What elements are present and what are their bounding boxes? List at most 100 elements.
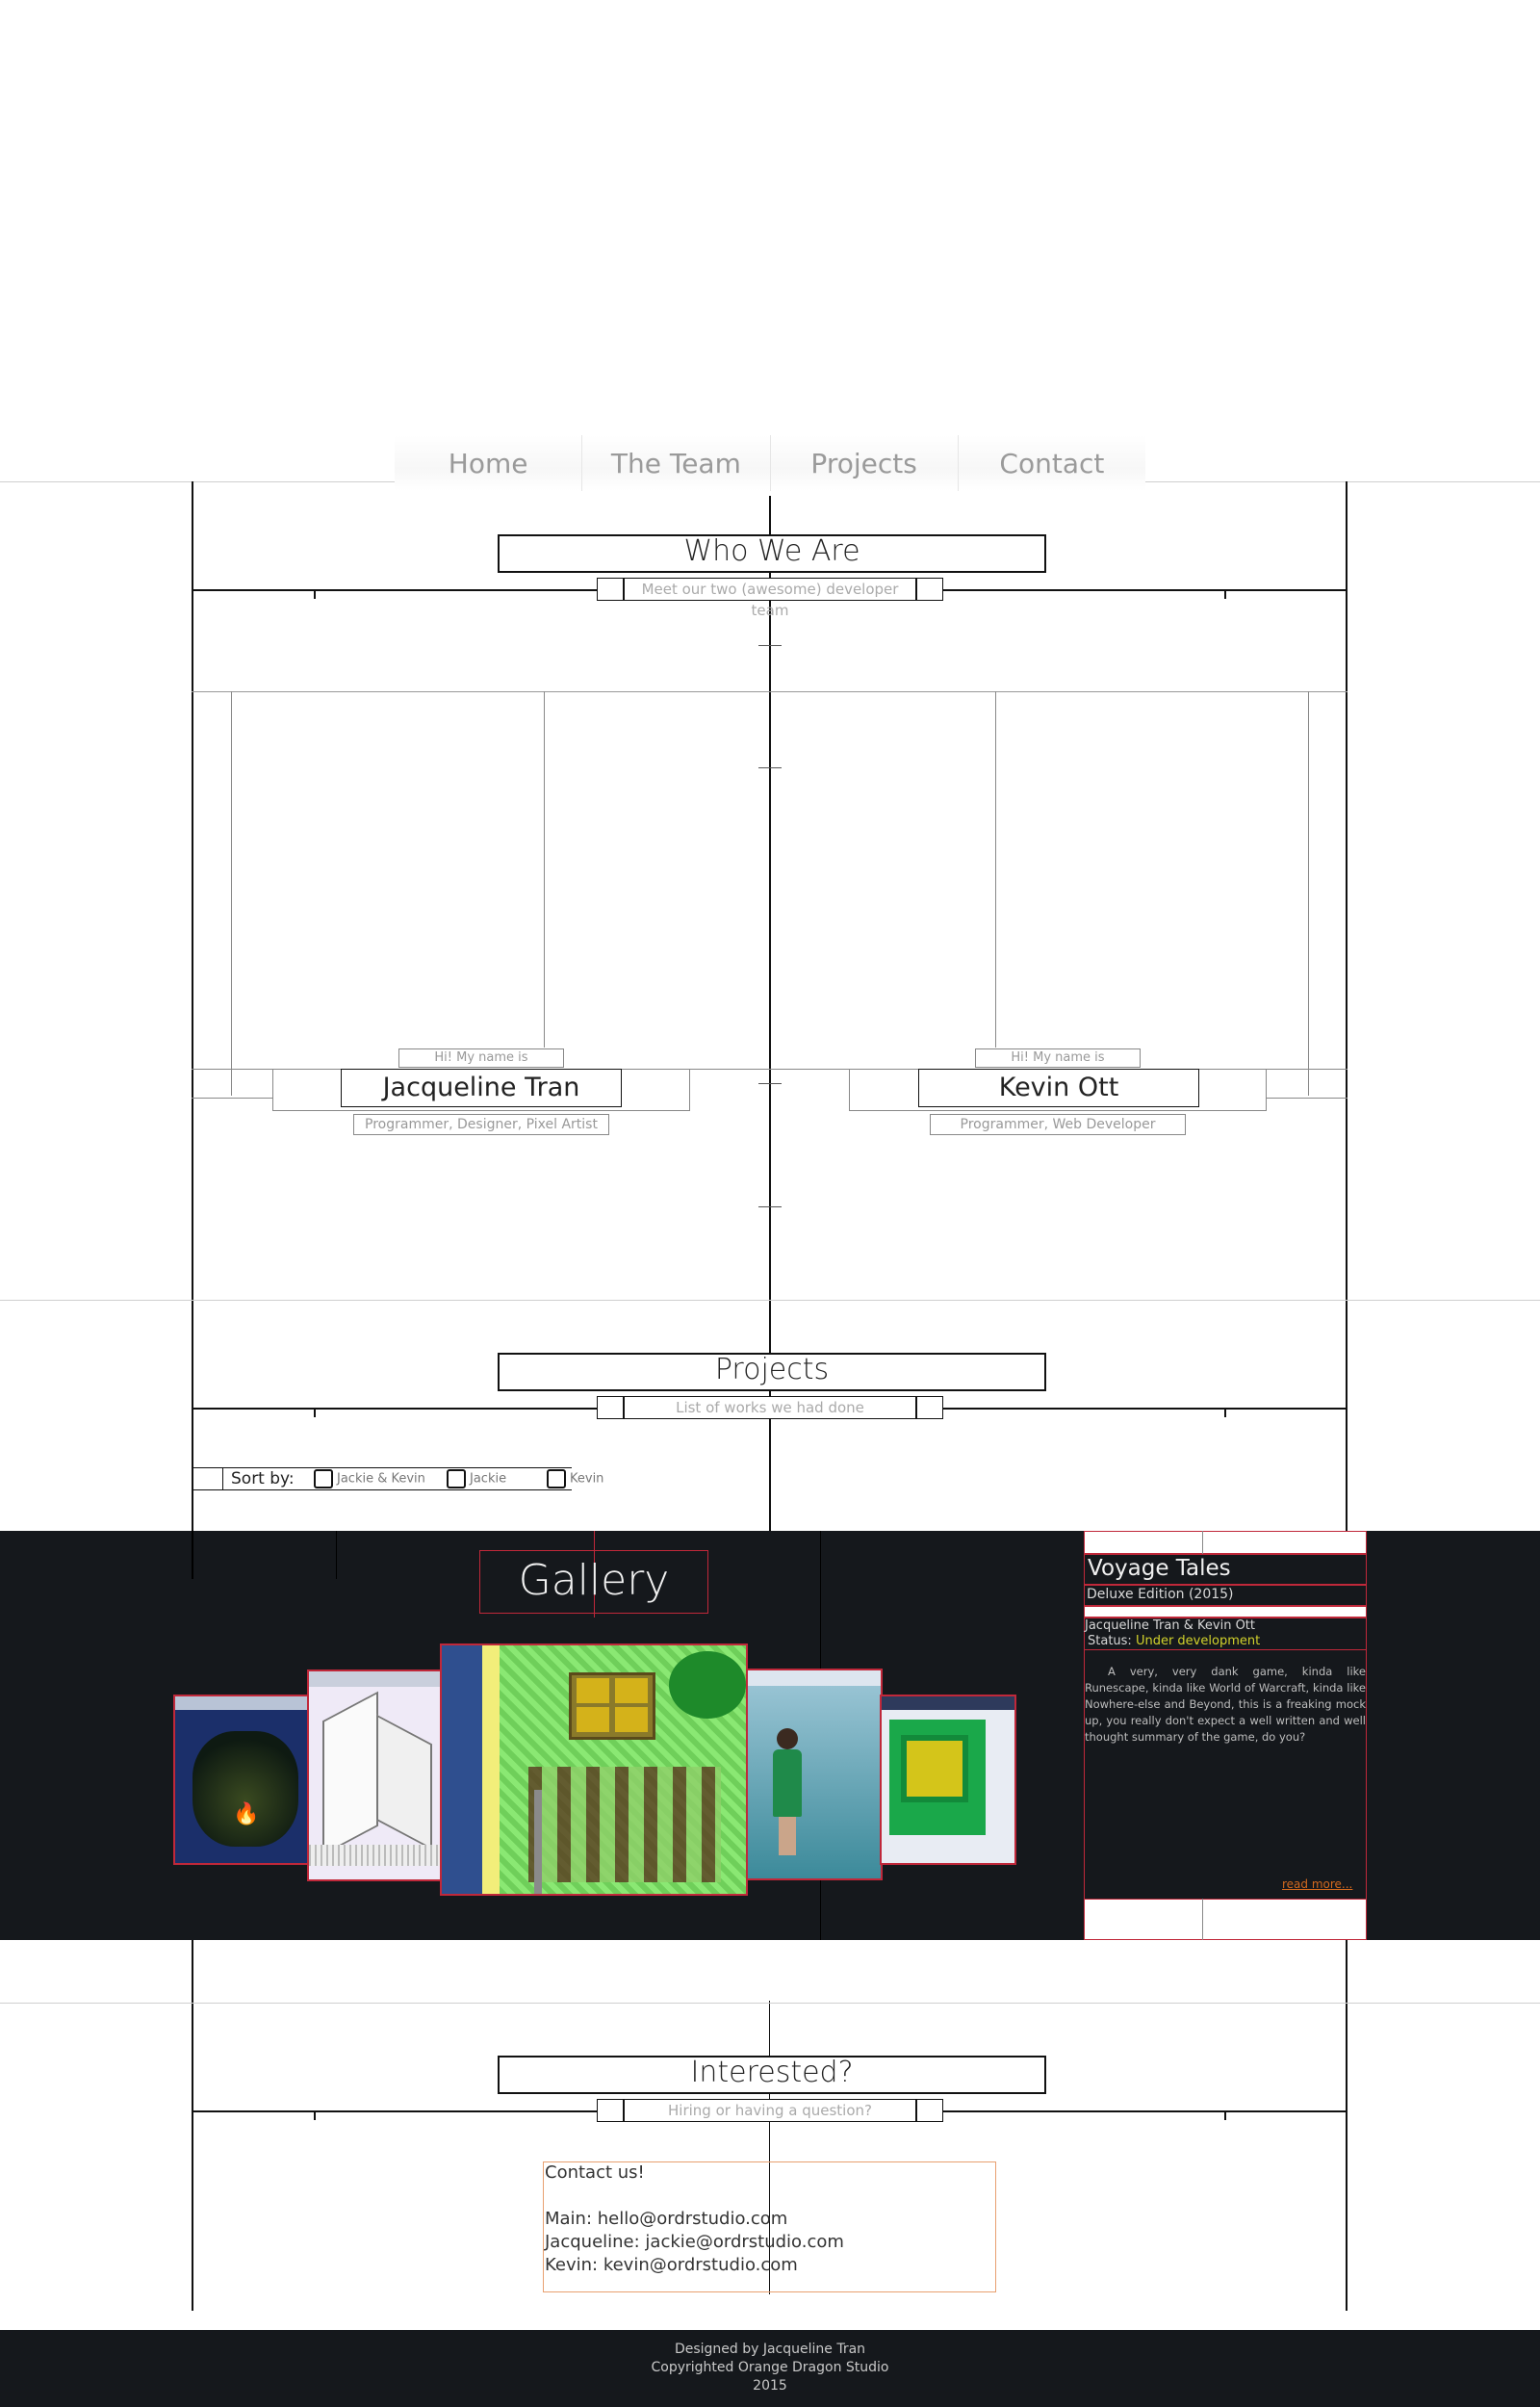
checkbox-icon[interactable]: [447, 1469, 466, 1488]
center-tick: [758, 1083, 782, 1084]
map-field-plot: [577, 1707, 609, 1732]
frame-line-left-lower: [192, 1940, 193, 2311]
footer-year: 2015: [753, 2378, 787, 2394]
team-grid-top: [192, 691, 1348, 692]
contact-heading: Contact us!: [545, 2162, 645, 2183]
thumb-building: [322, 1691, 378, 1856]
thumb-building: [376, 1714, 432, 1851]
member-greeting: Hi! My name is: [398, 1048, 564, 1068]
contact-section-subtitle: Hiring or having a question?: [624, 2099, 916, 2122]
thumb-scene: [192, 1731, 298, 1847]
thumb-character-body: [773, 1749, 802, 1817]
sort-option-both[interactable]: Jackie & Kevin: [314, 1469, 425, 1489]
checkbox-icon[interactable]: [314, 1469, 333, 1488]
map-village: [528, 1767, 721, 1882]
project-authors: Jacqueline Tran & Kevin Ott: [1085, 1618, 1255, 1633]
nav-team[interactable]: The Team: [582, 435, 771, 491]
sort-option-kevin[interactable]: Kevin: [547, 1469, 603, 1489]
gallery-thumb-4[interactable]: [746, 1669, 883, 1880]
thumb-map-center: [901, 1735, 968, 1802]
sort-bar-divider: [222, 1467, 223, 1490]
gallery-thumb-1[interactable]: 🔥: [173, 1695, 310, 1865]
gallery-thumb-2[interactable]: [307, 1669, 444, 1881]
footer-designer: Designed by Jacqueline Tran: [674, 2342, 866, 2357]
gallery-guide: [192, 1531, 193, 1579]
map-water: [442, 1645, 482, 1894]
nav-home[interactable]: Home: [395, 435, 583, 491]
subtitle-cap-left: [597, 2099, 624, 2122]
sort-option-label: Jackie: [470, 1471, 507, 1487]
member-role: Programmer, Designer, Pixel Artist: [353, 1114, 609, 1135]
contact-section-title: Interested?: [498, 2056, 1046, 2094]
nav-contact[interactable]: Contact: [958, 435, 1145, 491]
tick: [314, 589, 316, 599]
card-rule: [1267, 1098, 1348, 1099]
checkbox-icon[interactable]: [547, 1469, 566, 1488]
subtitle-cap-right: [916, 2099, 943, 2122]
gallery-guide: [336, 1531, 337, 1579]
thumb-character-head: [777, 1728, 798, 1749]
project-info-strip: [1084, 1899, 1367, 1940]
contact-email-kevin[interactable]: Kevin: kevin@ordrstudio.com: [545, 2255, 798, 2275]
map-sand: [482, 1645, 500, 1894]
status-value: Under development: [1135, 1634, 1261, 1648]
center-tick: [758, 767, 782, 768]
member-role: Programmer, Web Developer: [930, 1114, 1186, 1135]
card-line: [231, 691, 232, 1096]
projects-section-title: Projects: [498, 1353, 1046, 1391]
subtitle-cap-left: [597, 578, 624, 601]
contact-email-jacqueline[interactable]: Jacqueline: jackie@ordrstudio.com: [545, 2232, 844, 2252]
card-line: [1308, 691, 1309, 1096]
project-name: Voyage Tales: [1088, 1556, 1231, 1581]
read-more-link[interactable]: read more...: [1282, 1877, 1352, 1891]
strip-divider: [1202, 1531, 1203, 1554]
team-section-title: Who We Are: [498, 534, 1046, 573]
sort-option-label: Jackie & Kevin: [337, 1471, 425, 1487]
footer-copyright: Copyrighted Orange Dragon Studio: [651, 2360, 889, 2375]
team-section-subtitle: Meet our two (awesome) developer team: [624, 578, 916, 619]
projects-section-subtitle: List of works we had done: [624, 1396, 916, 1419]
gallery-thumb-5[interactable]: [880, 1695, 1016, 1865]
frame-line-right: [1346, 481, 1348, 1531]
project-info-strip: [1084, 1606, 1367, 1618]
thumb-window-bar: [175, 1696, 308, 1710]
subtitle-cap-right: [916, 578, 943, 601]
section-divider: [0, 1300, 1540, 1301]
card-rule: [192, 1098, 273, 1099]
frame-line-right-lower: [1346, 1940, 1348, 2311]
tick: [1224, 589, 1226, 599]
sort-option-jackie[interactable]: Jackie: [447, 1469, 506, 1489]
thumb-floor: [309, 1845, 442, 1866]
thumb-character-legs: [779, 1817, 796, 1855]
subtitle-cap-right: [916, 1396, 943, 1419]
contact-email-main[interactable]: Main: hello@ordrstudio.com: [545, 2209, 787, 2229]
tick: [1224, 2110, 1226, 2120]
gallery-title: Gallery: [518, 1556, 670, 1605]
project-info-strip: [1084, 1531, 1367, 1554]
gallery-main-shot[interactable]: [440, 1643, 748, 1896]
thumb-window-bar: [309, 1671, 442, 1687]
nav-projects[interactable]: Projects: [770, 435, 959, 491]
map-field-plot: [615, 1678, 648, 1703]
project-status: Status: Under development: [1088, 1634, 1260, 1648]
card-line: [544, 691, 545, 1048]
project-edition: Deluxe Edition (2015): [1087, 1587, 1234, 1602]
map-road: [534, 1790, 542, 1894]
member-greeting: Hi! My name is: [975, 1048, 1141, 1068]
map-tree: [669, 1651, 746, 1719]
sort-label: Sort by:: [231, 1469, 295, 1488]
campfire-icon: 🔥: [233, 1802, 260, 1826]
map-field-plot: [615, 1707, 648, 1732]
tick: [314, 1408, 316, 1417]
project-description: A very, very dank game, kinda like Runes…: [1085, 1665, 1366, 1744]
center-tick: [758, 1206, 782, 1207]
member-name: Jacqueline Tran: [341, 1069, 622, 1107]
main-nav: Home The Team Projects Contact: [395, 435, 1145, 491]
thumb-window-bar: [882, 1696, 1014, 1710]
gallery-section: Gallery 🔥 Voyage Tales Deluxe Edition (2…: [0, 1531, 1540, 1940]
frame-line-left: [192, 481, 193, 1579]
card-line: [995, 691, 996, 1048]
sort-option-label: Kevin: [570, 1471, 604, 1487]
status-label: Status:: [1088, 1634, 1132, 1648]
strip-divider: [1202, 1899, 1203, 1940]
